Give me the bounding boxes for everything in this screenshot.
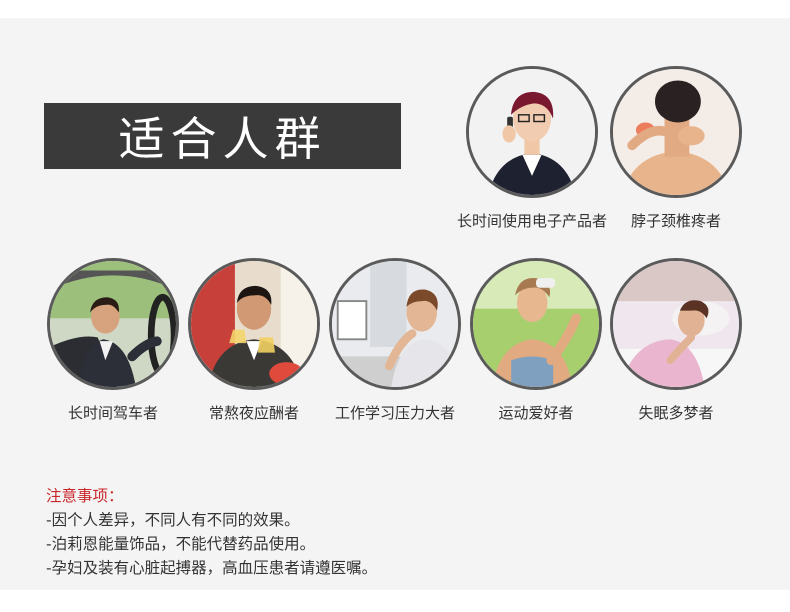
group-label: 运动爱好者 — [498, 404, 574, 422]
group-high-pressure: 工作学习压力大者 — [315, 258, 475, 423]
office-woman-phone-photo — [466, 66, 598, 198]
group-insomnia: 失眠多梦者 — [596, 258, 756, 423]
notes-section: 注意事项： -因个人差异，不同人有不同的效果。 -泊莉恩能量饰品，不能代替药品使… — [46, 484, 377, 580]
social-drinking-photo — [188, 258, 320, 390]
group-sports-lovers: 运动爱好者 — [456, 258, 616, 423]
insomnia-photo — [610, 258, 742, 390]
group-label: 工作学习压力大者 — [334, 404, 455, 422]
group-label: 失眠多梦者 — [638, 404, 714, 422]
group-electronics-users: 长时间使用电子产品者 — [452, 66, 612, 231]
driver-photo — [47, 258, 179, 390]
group-label: 长时间驾车者 — [67, 404, 158, 422]
note-item: -孕妇及装有心脏起搏器，高血压患者请遵医嘱。 — [46, 559, 378, 577]
group-late-night-socializing: 常熬夜应酬者 — [174, 258, 334, 423]
page-title: 适合人群 — [44, 103, 401, 169]
group-label: 长时间使用电子产品者 — [456, 212, 607, 230]
neck-pain-photo — [610, 66, 742, 198]
group-label: 脖子颈椎疼者 — [630, 212, 721, 230]
sports-woman-photo — [470, 258, 602, 390]
notes-heading: 注意事项： — [46, 487, 124, 505]
group-neck-pain: 脖子颈椎疼者 — [596, 66, 756, 231]
group-label: 常熬夜应酬者 — [208, 404, 299, 422]
note-item: -因个人差异，不同人有不同的效果。 — [46, 511, 300, 529]
stressed-worker-photo — [329, 258, 461, 390]
group-long-drivers: 长时间驾车者 — [33, 258, 193, 423]
note-item: -泊莉恩能量饰品，不能代替药品使用。 — [46, 535, 316, 553]
